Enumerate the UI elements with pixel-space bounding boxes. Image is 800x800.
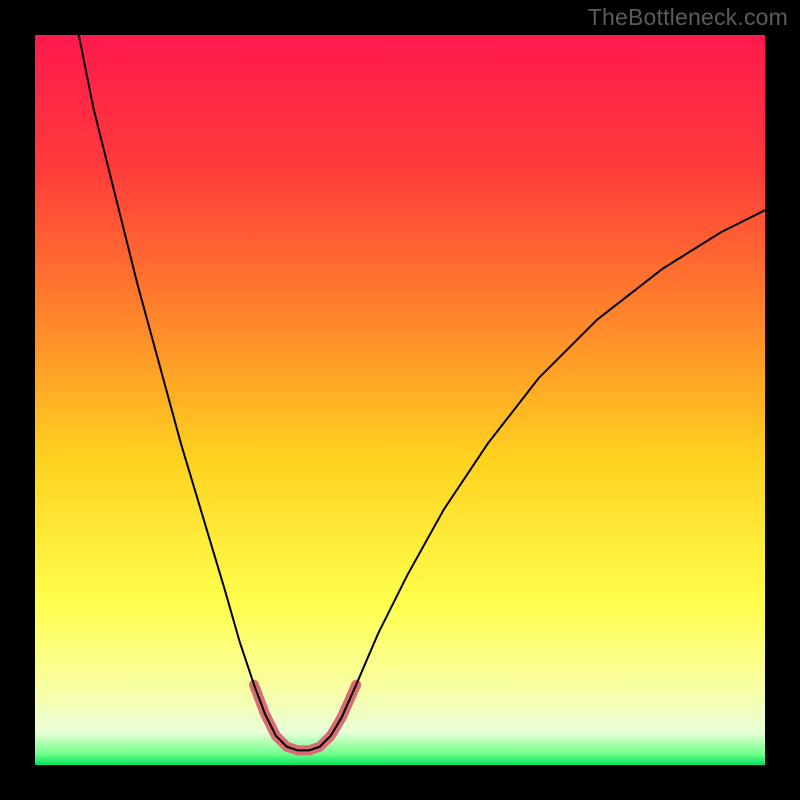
plot-area bbox=[35, 35, 765, 765]
chart-frame: TheBottleneck.com bbox=[0, 0, 800, 800]
chart-svg bbox=[35, 35, 765, 765]
gradient-background bbox=[35, 35, 765, 765]
watermark-text: TheBottleneck.com bbox=[588, 4, 788, 31]
